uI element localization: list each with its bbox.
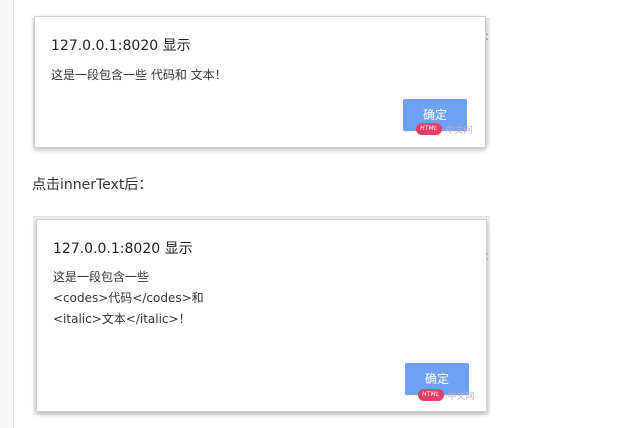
left-page-gutter [0, 0, 14, 428]
dialog-title: 127.0.0.1:8020 显示 [51, 38, 191, 54]
screenshot-page: : 127.0.0.1:8020 显示 这是一段包含一些 代码和 文本！ 确定 … [0, 0, 631, 428]
dialog-message-line: <codes>代码</codes>和 [53, 291, 204, 305]
dialog-message-line: <italic>文本</italic>！ [53, 312, 191, 326]
dialog-title: 127.0.0.1:8020 显示 [53, 241, 193, 257]
site-watermark: HTML 中文网 [418, 387, 475, 403]
site-watermark: HTML 中文网 [416, 121, 473, 137]
html-badge-icon: HTML [418, 389, 444, 401]
watermark-text: 中文网 [447, 391, 475, 402]
section-label: 点击innerText后： [32, 177, 153, 193]
alert-dialog-after: 127.0.0.1:8020 显示 这是一段包含一些 <codes>代码</co… [36, 219, 487, 412]
dialog-message-line: 这是一段包含一些 代码和 文本！ [51, 68, 227, 82]
dialog-message-line: 这是一段包含一些 [53, 270, 150, 284]
html-badge-icon: HTML [416, 123, 442, 135]
watermark-text: 中文网 [445, 125, 473, 136]
alert-dialog-before: 127.0.0.1:8020 显示 这是一段包含一些 代码和 文本！ 确定 HT… [34, 16, 486, 148]
